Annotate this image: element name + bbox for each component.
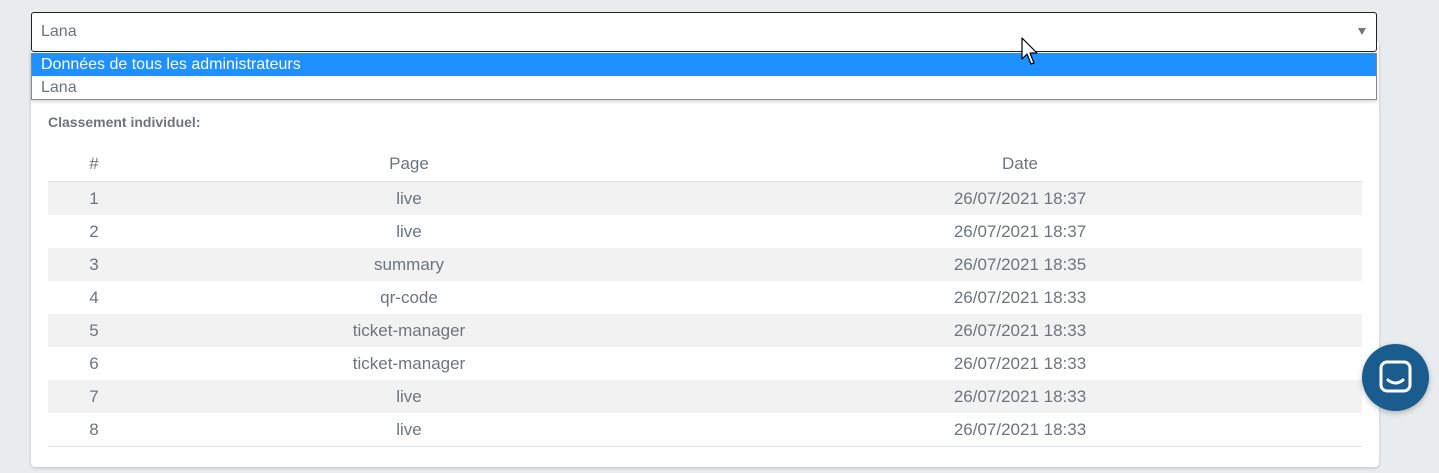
cell-rank: 7 [89, 386, 99, 406]
cell-page: live [396, 386, 422, 406]
table-row: 6 ticket-manager 26/07/2021 18:33 [48, 347, 1362, 380]
cell-rank: 4 [89, 287, 99, 307]
column-header-date[interactable]: Date [678, 147, 1362, 182]
option-lana[interactable]: Lana [32, 76, 1376, 99]
cell-page: qr-code [380, 287, 438, 307]
page: Classement individuel: # Page Date 1 live… [0, 0, 1439, 473]
table-row: 7 live 26/07/2021 18:33 [48, 380, 1362, 413]
cell-date: 26/07/2021 18:33 [678, 413, 1362, 447]
chat-launcher-button[interactable] [1362, 344, 1429, 411]
admin-select-dropdown: Données de tous les administrateurs Lana [31, 53, 1377, 100]
cell-page: ticket-manager [352, 353, 466, 373]
cell-rank: 5 [89, 320, 99, 340]
admin-select[interactable]: Lana [31, 12, 1377, 52]
cell-date: 26/07/2021 18:33 [953, 320, 1087, 340]
column-header-num[interactable]: # [48, 147, 140, 182]
table-row: 4 qr-code 26/07/2021 18:33 [48, 281, 1362, 314]
option-all-admins[interactable]: Données de tous les administrateurs [32, 53, 1376, 76]
cell-date: 26/07/2021 18:33 [953, 287, 1087, 307]
ranking-table: # Page Date 1 live 26/07/2021 18:37 2 live 26… [48, 147, 1362, 447]
cell-page: ticket-manager [352, 320, 466, 340]
table-row: 8 live 26/07/2021 18:33 [48, 413, 1362, 447]
cell-rank: 2 [89, 221, 99, 241]
cell-date: 26/07/2021 18:35 [953, 254, 1087, 274]
table-header-row: # Page Date [48, 147, 1362, 182]
cell-rank: 6 [89, 353, 99, 373]
cell-page: live [396, 221, 422, 241]
cell-date: 26/07/2021 18:37 [953, 221, 1087, 241]
cell-rank: 1 [89, 188, 99, 208]
cell-page: live [396, 188, 422, 208]
table-row: 3 summary 26/07/2021 18:35 [48, 248, 1362, 281]
admin-select-value: Lana [41, 23, 77, 40]
section-title: Classement individuel: [48, 114, 201, 130]
cell-page: summary [374, 254, 444, 274]
cell-rank: 8 [48, 413, 140, 447]
stats-card: Classement individuel: # Page Date 1 live… [31, 40, 1379, 467]
cell-date: 26/07/2021 18:33 [953, 353, 1087, 373]
table-row: 5 ticket-manager 26/07/2021 18:33 [48, 314, 1362, 347]
table-body: 1 live 26/07/2021 18:37 2 live 26/07/2021 18:… [48, 181, 1362, 447]
chat-bubble-icon [1379, 360, 1412, 393]
table-row: 1 live 26/07/2021 18:37 [48, 181, 1362, 215]
cell-date: 26/07/2021 18:33 [953, 386, 1087, 406]
table-row: 2 live 26/07/2021 18:37 [48, 215, 1362, 248]
mouse-cursor-icon [1021, 37, 1038, 65]
column-header-page[interactable]: Page [140, 147, 678, 182]
cell-rank: 3 [89, 254, 99, 274]
chevron-down-icon [1358, 28, 1366, 35]
cell-page: live [140, 413, 678, 447]
cell-date: 26/07/2021 18:37 [953, 188, 1087, 208]
